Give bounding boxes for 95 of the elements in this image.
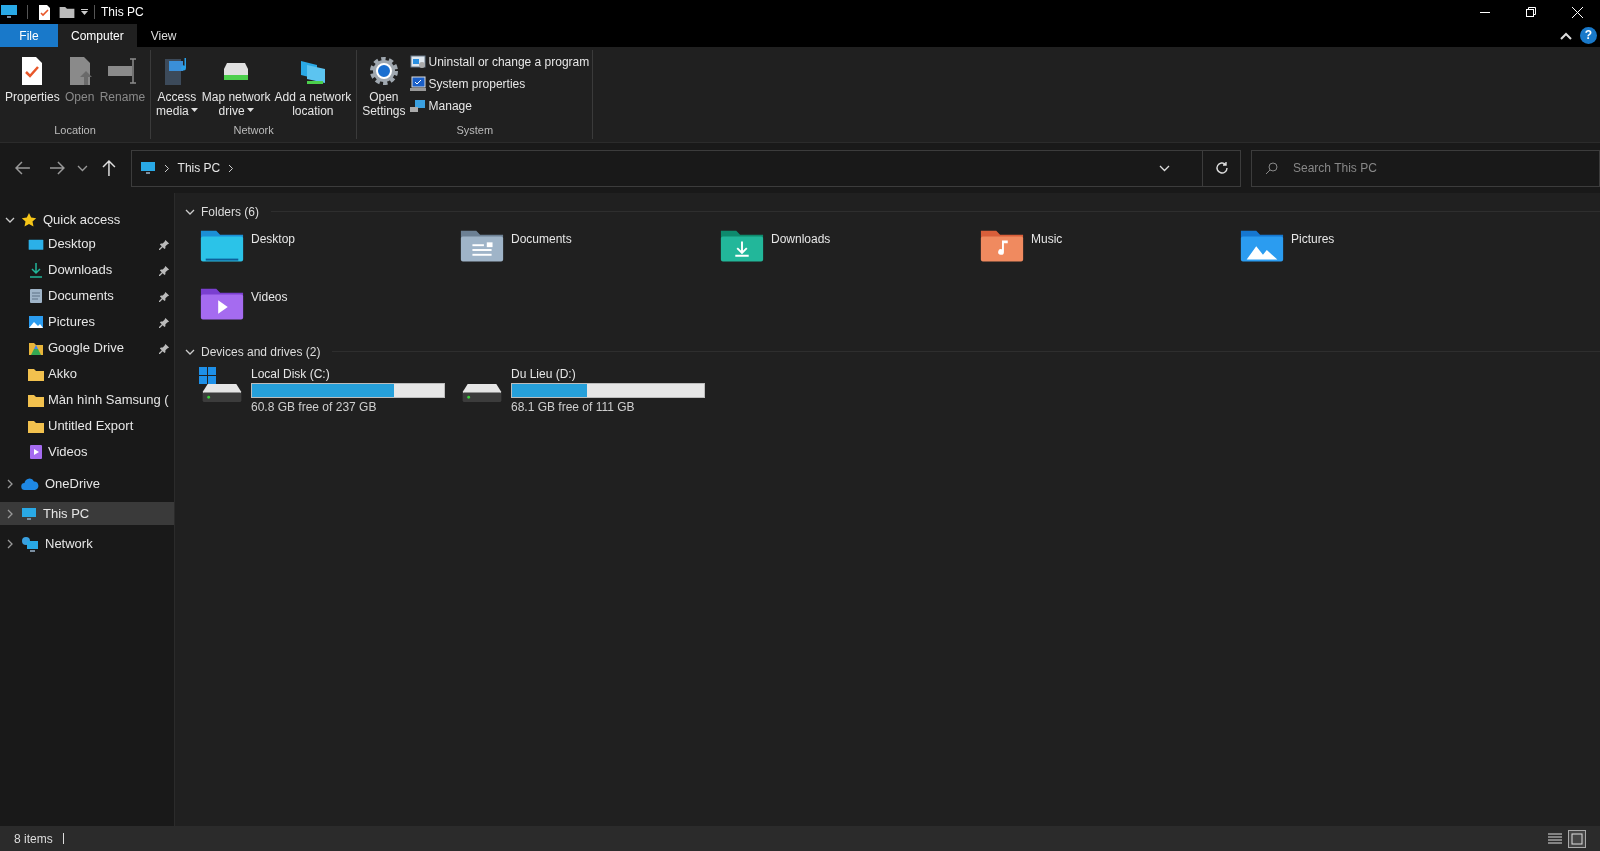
folder-icon [28, 367, 44, 381]
section-heading[interactable]: Folders (6) [201, 202, 259, 221]
chevron-right-icon[interactable] [5, 478, 15, 489]
free-space-text: 60.8 GB free of 237 GB [251, 399, 378, 415]
folder-tile[interactable]: Desktop [199, 225, 459, 283]
close-icon [1571, 6, 1583, 18]
program-window-icon [409, 54, 426, 70]
dropdown-caret-icon [246, 108, 254, 113]
help-button[interactable]: ? [1580, 27, 1597, 44]
drive-folder-icon [28, 340, 44, 356]
drive-tile[interactable]: Du Lieu (D:) 68.1 GB free of 111 GB [459, 367, 719, 415]
section-heading[interactable]: Devices and drives (2) [201, 342, 321, 361]
collapse-ribbon-icon[interactable] [1560, 31, 1572, 40]
video-icon [28, 444, 44, 460]
nav-item[interactable]: Desktop [0, 231, 174, 257]
nav-item[interactable]: Quick access [0, 208, 174, 231]
ribbon-command[interactable]: Uninstall or change a program [409, 52, 590, 72]
refresh-icon[interactable] [1214, 161, 1229, 175]
ribbon-group-label: Network [232, 123, 275, 138]
dropdown-caret-icon [190, 108, 198, 113]
network-icon [21, 535, 39, 552]
back-arrow-icon[interactable] [15, 161, 31, 175]
folder-icon[interactable] [59, 6, 75, 18]
pin-icon[interactable] [159, 316, 170, 328]
nav-item[interactable]: Documents [0, 283, 174, 309]
folder-tile[interactable]: Downloads [719, 225, 979, 283]
address-bar[interactable]: This PC [130, 149, 1204, 187]
pin-icon[interactable] [159, 290, 170, 302]
hard-drive-icon [460, 383, 504, 403]
large-icons-view-button[interactable] [1568, 829, 1586, 848]
nav-item[interactable]: Untitled Export [0, 413, 174, 439]
properties-icon[interactable] [38, 4, 51, 20]
hard-drive-icon [200, 383, 244, 403]
chevron-right-icon[interactable] [5, 538, 15, 549]
monitor-icon [1, 5, 17, 19]
drive-tile[interactable]: Local Disk (C:) 60.8 GB free of 237 GB [199, 367, 459, 415]
text-cursor-box-icon [106, 55, 139, 87]
ribbon-command[interactable]: Add a network location [272, 52, 354, 118]
minimize-icon [1480, 11, 1490, 13]
folder-tile[interactable]: Music [979, 225, 1239, 283]
ribbon-tab[interactable]: View [136, 24, 191, 47]
pin-icon[interactable] [159, 342, 170, 354]
nav-item[interactable]: Akko [0, 361, 174, 387]
ribbon-command[interactable]: System properties [409, 74, 590, 94]
nav-item[interactable]: Network [0, 532, 174, 555]
chevron-right-icon[interactable] [228, 163, 235, 173]
monitor-icon [21, 505, 37, 522]
star-icon [21, 211, 37, 228]
restore-icon [1526, 7, 1536, 17]
folder-tile[interactable]: Pictures [1239, 225, 1499, 283]
dropdown-caret-icon[interactable] [81, 8, 88, 16]
nav-item[interactable]: Downloads [0, 257, 174, 283]
folder-tile[interactable]: Documents [459, 225, 719, 283]
ribbon-tab[interactable]: File [0, 24, 58, 47]
document-icon [28, 288, 44, 304]
monitor-icon [139, 160, 156, 176]
nav-item[interactable]: Google Drive [0, 335, 174, 361]
item-count: 8 items [14, 830, 53, 848]
nav-item[interactable]: OneDrive [0, 472, 174, 495]
search-icon [1265, 161, 1278, 175]
nav-item[interactable]: Pictures [0, 309, 174, 335]
window-title: This PC [101, 4, 144, 21]
ribbon-command[interactable]: Properties [3, 52, 62, 104]
up-arrow-icon[interactable] [101, 160, 116, 176]
pin-icon[interactable] [159, 264, 170, 276]
folder-icon [28, 393, 44, 407]
chevron-down-icon[interactable] [76, 164, 88, 172]
ribbon-command[interactable]: Map network drive [199, 52, 273, 118]
refresh-button[interactable] [1203, 149, 1241, 187]
ribbon-group-label: Location [53, 123, 97, 138]
chevron-right-icon[interactable] [163, 163, 170, 173]
drive-name: Local Disk (C:) [251, 367, 331, 382]
download-arrow-icon [28, 262, 44, 278]
ribbon-tab[interactable]: Computer [58, 24, 137, 47]
search-field[interactable]: Search This PC [1251, 149, 1600, 187]
address-segment[interactable]: This PC [177, 159, 221, 177]
nav-item[interactable]: This PC [0, 502, 174, 525]
ribbon-command[interactable]: Access media [154, 52, 200, 118]
windows-logo-icon [199, 367, 216, 384]
computer-management-icon [409, 98, 426, 114]
nav-item[interactable]: Màn hình Samsung ( [0, 387, 174, 413]
monitor-check-icon [409, 76, 426, 92]
picture-icon [28, 314, 44, 330]
ribbon-command[interactable]: Manage [409, 96, 590, 116]
nav-item[interactable]: Videos [0, 439, 174, 465]
ribbon-group-label: System [455, 123, 495, 138]
drive-name: Du Lieu (D:) [511, 367, 577, 382]
free-space-text: 68.1 GB free of 111 GB [511, 399, 636, 415]
pin-icon[interactable] [159, 238, 170, 250]
cloud-icon [21, 476, 39, 491]
gear-icon [367, 55, 400, 87]
folder-icon [28, 419, 44, 433]
forward-arrow-icon[interactable] [48, 161, 65, 175]
ribbon-command[interactable]: Open Settings [360, 52, 408, 118]
folder-tile[interactable]: Videos [199, 283, 459, 341]
